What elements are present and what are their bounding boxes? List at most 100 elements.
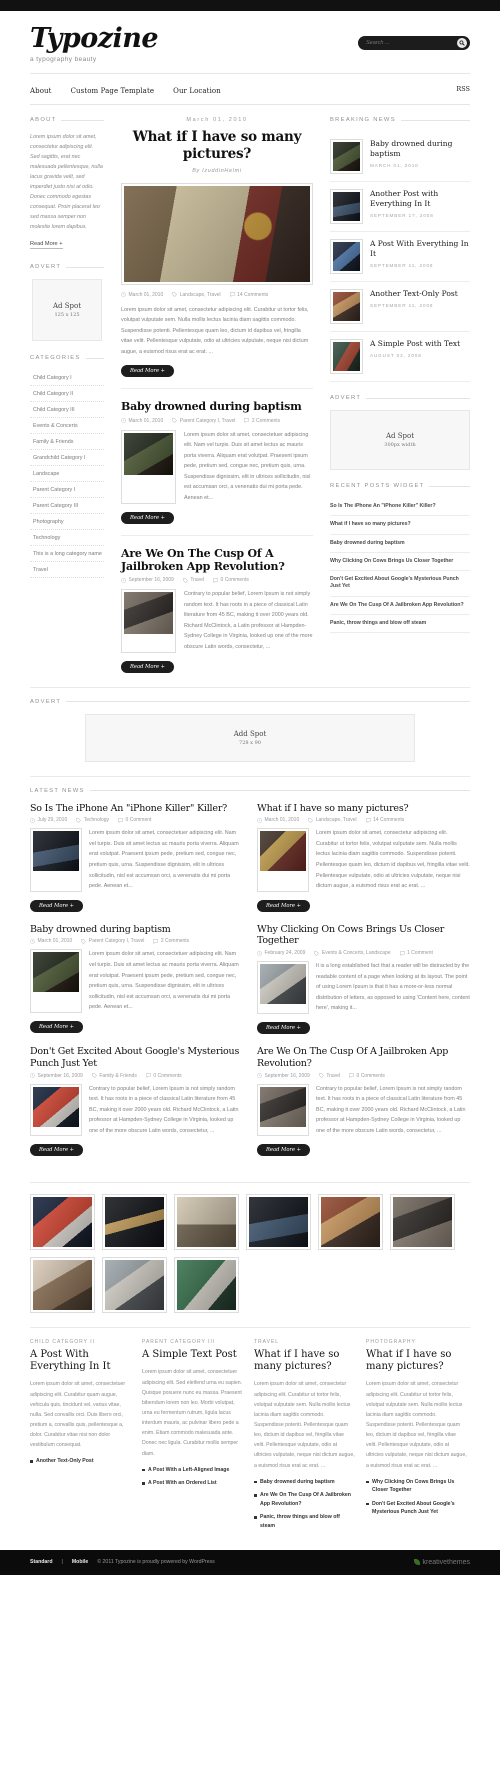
search-box[interactable]	[358, 36, 470, 50]
page-title[interactable]: What if I have so many pictures?	[121, 129, 313, 163]
gallery-item[interactable]	[102, 1194, 167, 1251]
breaking-news-thumbnail[interactable]	[330, 189, 363, 224]
list-item[interactable]: So Is The iPhone An "iPhone Killer" Kill…	[330, 498, 470, 517]
nav-link-custom-page-template[interactable]: Custom Page Template	[71, 87, 155, 95]
category-link[interactable]: Grandchild Category I	[30, 450, 104, 465]
post-thumbnail[interactable]	[257, 828, 309, 892]
meta-comments-text[interactable]: 14 Comments	[237, 292, 268, 298]
footer-widget-title[interactable]: What if I have so many pictures?	[366, 1349, 467, 1373]
recent-post-link[interactable]: What if I have so many pictures?	[330, 516, 470, 533]
ad-spot-125[interactable]: Ad Spot 125 x 125	[32, 279, 102, 341]
list-item[interactable]: A Post With a Left-Aligned Image	[142, 1466, 243, 1475]
footer-widget-title[interactable]: What if I have so many pictures?	[254, 1349, 355, 1373]
ad-spot-728[interactable]: Add Spot 728 x 90	[85, 713, 415, 762]
meta-comments-text[interactable]: 2 Comments	[252, 418, 280, 424]
category-link[interactable]: This is a long category name	[30, 546, 104, 561]
post-title[interactable]: Don't Get Excited About Google's Mysteri…	[30, 1046, 243, 1070]
category-link[interactable]: Child Category I	[30, 370, 104, 385]
category-link[interactable]: Child Category II	[30, 386, 104, 401]
recent-post-link[interactable]: Are We On The Cusp Of A Jailbroken App R…	[330, 597, 470, 614]
list-item[interactable]: This is a long category name	[30, 546, 104, 562]
breaking-news-thumbnail[interactable]	[330, 239, 363, 274]
footer-credit[interactable]: kreativethemes	[413, 1559, 470, 1566]
footer-widget-title[interactable]: A Simple Text Post	[142, 1349, 243, 1361]
category-link[interactable]: Technology	[30, 530, 104, 545]
meta-categories-text[interactable]: Events & Concerts, Landscape	[322, 950, 391, 956]
read-more-button[interactable]: Read More +	[30, 1020, 84, 1033]
list-item[interactable]: Another Text-Only Post	[30, 1457, 131, 1466]
list-item[interactable]: Panic, throw things and blow off steam	[330, 615, 470, 634]
post-title[interactable]: Baby drowned during baptism	[121, 400, 313, 413]
read-more-button[interactable]: Read More +	[121, 365, 175, 378]
post-title[interactable]: What if I have so many pictures?	[257, 803, 470, 815]
breaking-news-title[interactable]: A Post With Everything In It	[370, 239, 470, 259]
meta-categories-text[interactable]: Parent Category I, Travel	[180, 418, 236, 424]
list-item[interactable]: Don't Get Excited About Google's Mysteri…	[330, 571, 470, 597]
meta-comments-text[interactable]: 0 Comment	[126, 817, 152, 823]
nav-item-our-location[interactable]: Our Location	[173, 80, 221, 98]
list-item[interactable]: Grandchild Category I	[30, 450, 104, 466]
recent-post-link[interactable]: Baby drowned during baptism	[330, 535, 470, 552]
list-item[interactable]: A Simple Post with Text AUGUST 02, 2008	[330, 332, 470, 382]
recent-post-link[interactable]: So Is The iPhone An "iPhone Killer" Kill…	[330, 498, 470, 515]
category-link[interactable]: Parent Category III	[30, 498, 104, 513]
list-item[interactable]: What if I have so many pictures?	[330, 516, 470, 535]
meta-comments-text[interactable]: 0 Comments	[357, 1073, 385, 1079]
meta-categories-text[interactable]: Technology	[84, 817, 109, 823]
gallery-item[interactable]	[318, 1194, 383, 1251]
list-item[interactable]: Are We On The Cusp Of A Jailbroken App R…	[254, 1491, 355, 1508]
rss-link[interactable]: RSS	[456, 85, 470, 93]
meta-comments-text[interactable]: 0 Comments	[221, 577, 249, 583]
meta-categories-text[interactable]: Travel	[190, 577, 204, 583]
gallery-item[interactable]	[174, 1194, 239, 1251]
recent-post-link[interactable]: Panic, throw things and blow off steam	[330, 615, 470, 632]
search-button[interactable]	[457, 38, 467, 48]
meta-comments-text[interactable]: 2 Comments	[161, 938, 189, 944]
breaking-news-title[interactable]: Baby drowned during baptism	[370, 139, 470, 159]
category-link[interactable]: Family & Friends	[30, 434, 104, 449]
meta-comments-text[interactable]: 0 Comments	[153, 1073, 181, 1079]
search-input[interactable]	[366, 36, 444, 50]
list-item[interactable]: A Post With Everything In It SEPTEMBER 1…	[330, 232, 470, 282]
site-logo[interactable]: Typozine	[30, 25, 159, 52]
post-image[interactable]	[124, 432, 173, 475]
gallery-item[interactable]	[30, 1194, 95, 1251]
list-item[interactable]: Baby drowned during baptism	[254, 1478, 355, 1487]
footer-mobile-label[interactable]: Mobile	[72, 1559, 88, 1565]
list-item[interactable]: Landscape	[30, 466, 104, 482]
footer-credit-label[interactable]: kreativethemes	[423, 1559, 470, 1566]
list-item[interactable]: Child Category II	[30, 386, 104, 402]
category-link[interactable]: Parent Category I	[30, 482, 104, 497]
post-thumbnail[interactable]	[30, 828, 82, 892]
category-link[interactable]: Photography	[30, 514, 104, 529]
gallery-item[interactable]	[390, 1194, 455, 1251]
meta-categories-text[interactable]: Landscape, Travel	[316, 817, 357, 823]
post-title[interactable]: So Is The iPhone An "iPhone Killer" Kill…	[30, 803, 243, 815]
list-item[interactable]: Events & Concerts	[30, 418, 104, 434]
meta-comments-text[interactable]: 1 Comment	[407, 950, 433, 956]
breaking-news-title[interactable]: Another Text-Only Post	[370, 289, 458, 299]
gallery-item[interactable]	[246, 1194, 311, 1251]
list-item[interactable]: Another Text-Only Post SEPTEMBER 11, 200…	[330, 282, 470, 332]
nav-item-about[interactable]: About	[30, 80, 52, 98]
category-link[interactable]: Events & Concerts	[30, 418, 104, 433]
list-item[interactable]: Travel	[30, 562, 104, 578]
list-item[interactable]: Don't Get Excited About Google's Mysteri…	[366, 1500, 467, 1517]
list-item[interactable]: Are We On The Cusp Of A Jailbroken App R…	[330, 597, 470, 615]
post-title[interactable]: Why Clicking On Cows Brings Us Closer To…	[257, 924, 470, 948]
about-read-more-link[interactable]: Read More +	[30, 241, 63, 249]
nav-link-about[interactable]: About	[30, 87, 52, 95]
read-more-button[interactable]: Read More +	[257, 1022, 311, 1034]
post-thumbnail[interactable]	[121, 589, 176, 653]
gallery-item[interactable]	[174, 1257, 239, 1314]
list-item[interactable]: Family & Friends	[30, 434, 104, 450]
list-item[interactable]: Panic, throw things and blow off steam	[254, 1513, 355, 1530]
category-link[interactable]: Landscape	[30, 466, 104, 481]
ad-spot-300[interactable]: Ad Spot 300px width	[330, 410, 470, 470]
post-title[interactable]: Are We On The Cusp Of A Jailbroken App R…	[121, 547, 313, 574]
post-thumbnail[interactable]	[121, 429, 176, 504]
read-more-button[interactable]: Read More +	[30, 899, 84, 912]
meta-categories-text[interactable]: Landscape, Travel	[180, 292, 221, 298]
category-link[interactable]: Travel	[30, 562, 104, 577]
meta-categories-text[interactable]: Parent Category I, Travel	[89, 938, 145, 944]
